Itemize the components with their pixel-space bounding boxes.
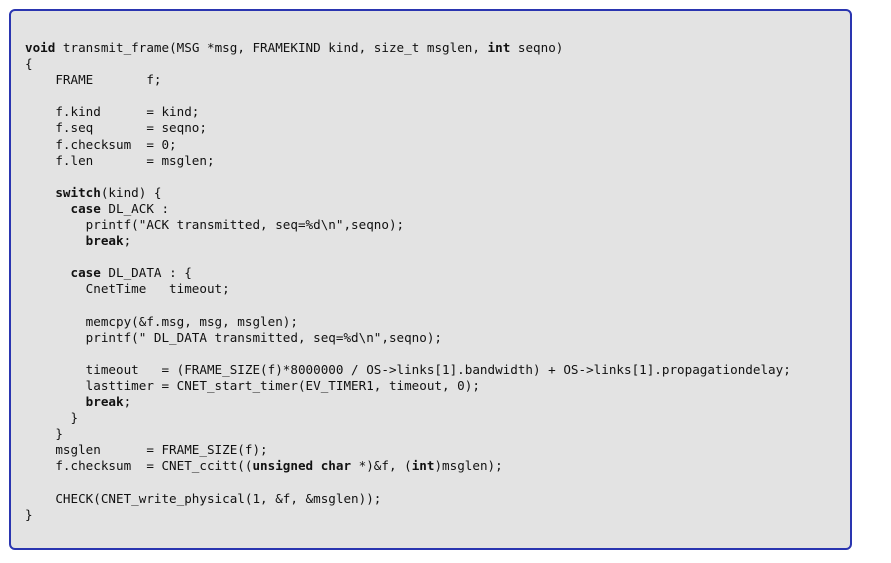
code-line: lasttimer = CNET_start_timer(EV_TIMER1, … <box>25 378 791 394</box>
code-line: ​ <box>25 88 791 104</box>
code-keyword: unsigned char <box>252 458 352 474</box>
code-text: CnetTime timeout; <box>25 281 230 297</box>
code-line: case DL_ACK : <box>25 201 791 217</box>
code-line: break; <box>25 233 791 249</box>
code-line: f.checksum = CNET_ccitt((unsigned char *… <box>25 458 791 474</box>
code-text: msglen = FRAME_SIZE(f); <box>25 442 268 458</box>
code-keyword: void <box>25 40 56 55</box>
code-text: (kind) { <box>100 184 162 200</box>
code-text: printf(" DL_DATA transmitted, seq=%d\n",… <box>25 329 443 345</box>
code-text: lasttimer = CNET_start_timer(EV_TIMER1, … <box>25 377 480 393</box>
code-line: printf("ACK transmitted, seq=%d\n",seqno… <box>25 217 791 233</box>
code-block: void transmit_frame(MSG *msg, FRAMEKIND … <box>25 40 791 523</box>
code-line: ​ <box>25 475 791 491</box>
code-text: f.seq = seqno; <box>25 120 207 136</box>
code-line: FRAME f; <box>25 72 791 88</box>
code-text: f.checksum = CNET_ccitt(( <box>25 458 253 474</box>
code-text: { <box>25 56 33 72</box>
code-line: CHECK(CNET_write_physical(1, &f, &msglen… <box>25 491 791 507</box>
code-keyword: int <box>487 40 511 55</box>
code-line: case DL_DATA : { <box>25 265 791 281</box>
code-text: ; <box>123 233 132 249</box>
code-line: ​ <box>25 298 791 314</box>
code-text: printf("ACK transmitted, seq=%d\n",seqno… <box>25 217 405 233</box>
code-line: ​ <box>25 346 791 362</box>
code-text: *)&f, ( <box>351 458 412 474</box>
code-text: CHECK(CNET_write_physical(1, &f, &msglen… <box>25 490 382 506</box>
code-line: CnetTime timeout; <box>25 281 791 297</box>
code-line: f.kind = kind; <box>25 104 791 120</box>
code-text: )msglen); <box>434 458 503 474</box>
code-keyword: case <box>70 200 101 216</box>
code-text: seqno) <box>510 40 564 55</box>
code-panel: void transmit_frame(MSG *msg, FRAMEKIND … <box>9 9 852 550</box>
code-line: break; <box>25 394 791 410</box>
code-line: { <box>25 56 791 72</box>
code-line: f.seq = seqno; <box>25 120 791 136</box>
code-text: FRAME f; <box>25 72 162 88</box>
code-line: printf(" DL_DATA transmitted, seq=%d\n",… <box>25 330 791 346</box>
code-line: } <box>25 410 791 426</box>
code-text: f.checksum = 0; <box>25 136 177 152</box>
code-text: DL_DATA : { <box>100 265 192 281</box>
code-text: f.kind = kind; <box>25 104 200 120</box>
code-line: void transmit_frame(MSG *msg, FRAMEKIND … <box>25 40 791 56</box>
code-text: timeout = (FRAME_SIZE(f)*8000000 / OS->l… <box>25 361 791 377</box>
code-line: } <box>25 426 791 442</box>
code-line: f.checksum = 0; <box>25 137 791 153</box>
code-keyword: int <box>411 458 435 474</box>
code-line: memcpy(&f.msg, msg, msglen); <box>25 314 791 330</box>
code-text: } <box>25 506 33 522</box>
code-text: memcpy(&f.msg, msg, msglen); <box>25 313 298 329</box>
code-line: switch(kind) { <box>25 185 791 201</box>
code-line: f.len = msglen; <box>25 153 791 169</box>
code-line: ​ <box>25 169 791 185</box>
code-text: DL_ACK : <box>100 200 170 216</box>
code-keyword: case <box>70 265 101 281</box>
code-keyword: break <box>85 394 124 410</box>
code-text: f.len = msglen; <box>25 152 215 168</box>
code-line: ​ <box>25 249 791 265</box>
code-text: transmit_frame(MSG *msg, FRAMEKIND kind,… <box>55 40 488 55</box>
code-line: } <box>25 507 791 523</box>
code-line: timeout = (FRAME_SIZE(f)*8000000 / OS->l… <box>25 362 791 378</box>
code-keyword: switch <box>55 184 101 200</box>
code-text: } <box>25 410 79 426</box>
code-keyword: break <box>85 233 124 249</box>
code-text: ; <box>123 394 132 410</box>
code-line: msglen = FRAME_SIZE(f); <box>25 442 791 458</box>
code-text: } <box>25 426 63 442</box>
